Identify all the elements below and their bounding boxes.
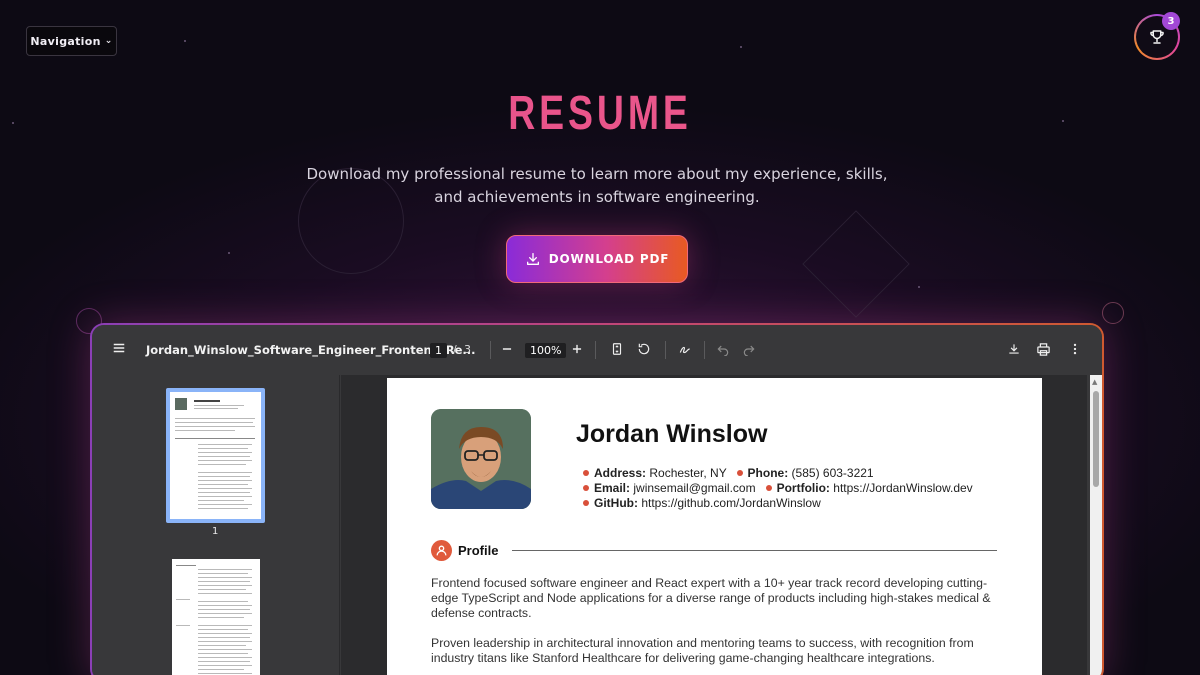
page-separator: / [453,343,457,356]
undo-icon[interactable] [716,342,730,356]
thumbnail-sidebar: 1 [92,375,340,675]
decorative-diamond [802,210,910,318]
background-star [184,40,186,42]
redo-icon[interactable] [742,342,756,356]
address-value: Rochester, NY [649,466,727,480]
download-icon [526,253,539,265]
fit-page-icon[interactable] [610,342,624,356]
rotate-icon[interactable] [637,342,651,356]
user-icon [431,540,452,561]
email-value[interactable]: jwinsemail@gmail.com [633,481,755,495]
pdf-page: Jordan Winslow Address: Rochester, NY Ph… [387,378,1042,675]
bullet-icon [583,470,589,476]
pdf-toolbar: Jordan_Winslow_Software_Engineer_Fronten… [92,325,1102,375]
navigation-label: Navigation [30,34,101,48]
zoom-in-icon[interactable] [570,342,584,356]
pdf-scrollbar-thumb[interactable] [1093,391,1099,487]
download-pdf-button[interactable]: DOWNLOAD PDF [506,235,688,283]
section-divider [512,550,997,551]
pdf-scrollbar[interactable]: ▲ [1090,375,1102,675]
bullet-icon [583,500,589,506]
profile-paragraph: Proven leadership in architectural innov… [431,636,974,665]
background-star [12,122,14,124]
portfolio-link[interactable]: https://JordanWinslow.dev [833,481,972,495]
thumbnail-page-label: 1 [212,526,219,537]
contact-info: Address: Rochester, NY Phone: (585) 603-… [583,466,973,511]
profile-photo [431,409,531,509]
background-star [918,286,920,288]
phone-label: Phone: [747,466,789,480]
bullet-icon [736,470,743,476]
thumbnail-photo [175,398,187,410]
achievements-count-badge: 3 [1162,12,1180,30]
menu-icon[interactable] [112,341,126,355]
scroll-up-icon[interactable]: ▲ [1092,378,1097,386]
achievements-button[interactable]: 3 [1134,12,1180,60]
bullet-icon [765,485,772,491]
trophy-icon [1150,30,1164,44]
profile-heading: Profile [458,543,499,558]
zoom-level-input[interactable]: 100% [525,343,567,358]
page-subtitle: Download my professional resume to learn… [306,165,888,206]
annotate-icon[interactable] [678,342,692,356]
toolbar-divider [490,341,491,359]
profile-section-header: Profile [431,540,997,561]
phone-value: (585) 603-3221 [791,466,874,480]
zoom-out-icon[interactable] [500,342,514,356]
toolbar-divider [665,341,666,359]
chevron-down-icon: ⌄ [104,36,113,46]
github-label: GitHub: [594,496,638,510]
github-link[interactable]: https://github.com/JordanWinslow [641,496,820,510]
background-star [228,252,230,254]
toolbar-divider [595,341,596,359]
more-icon[interactable] [1068,342,1082,356]
profile-paragraph: Frontend focused software engineer and R… [431,576,991,620]
portfolio-label: Portfolio: [776,481,830,495]
address-label: Address: [594,466,647,480]
download-icon[interactable] [1007,342,1021,356]
pdf-filename: Jordan_Winslow_Software_Engineer_Fronten… [146,343,476,357]
thumbnail-page-2[interactable] [172,559,260,675]
thumbnail-page-1[interactable] [166,388,265,523]
navigation-menu-button[interactable]: Navigation ⌄ [26,26,117,56]
download-pdf-label: DOWNLOAD PDF [548,252,670,266]
email-label: Email: [594,481,631,495]
page-title: RESUME [132,86,1068,141]
pdf-viewer-frame: Jordan_Winslow_Software_Engineer_Fronten… [90,323,1104,675]
pdf-viewer: Jordan_Winslow_Software_Engineer_Fronten… [92,325,1102,675]
total-pages: 3 [464,343,471,356]
bullet-icon [583,485,589,491]
print-icon[interactable] [1036,342,1051,357]
resume-name: Jordan Winslow [576,420,768,448]
page-number-input[interactable]: 1 [430,343,447,358]
decorative-ring [1102,302,1124,324]
toolbar-divider [704,341,705,359]
background-star [740,46,742,48]
